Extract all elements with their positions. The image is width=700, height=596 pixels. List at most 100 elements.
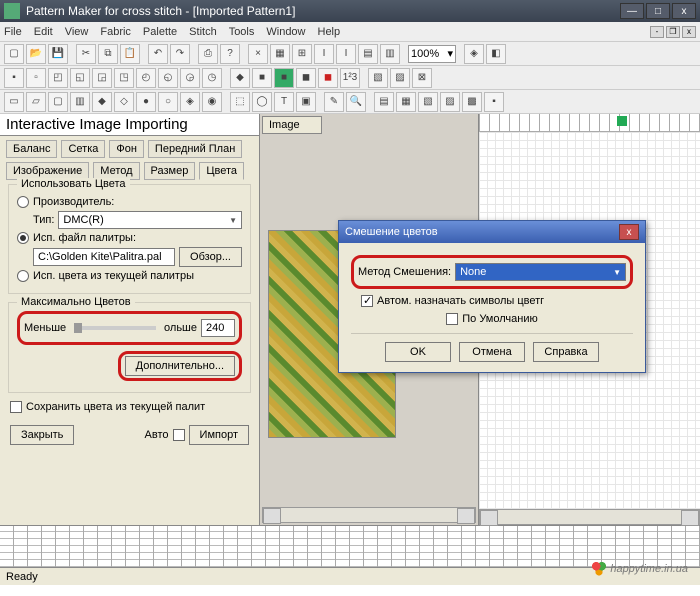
t2-12-icon[interactable]: ■ xyxy=(252,68,272,88)
t2-14-icon[interactable]: ◼ xyxy=(296,68,316,88)
open-icon[interactable]: 📂 xyxy=(26,44,46,64)
t3-1-icon[interactable]: ▭ xyxy=(4,92,24,112)
stitch2-icon[interactable]: ▦ xyxy=(270,44,290,64)
t2-11-icon[interactable]: ◆ xyxy=(230,68,250,88)
t3-g6-icon[interactable]: ▪ xyxy=(484,92,504,112)
t3-6-icon[interactable]: ◇ xyxy=(114,92,134,112)
t3-g2-icon[interactable]: ▦ xyxy=(396,92,416,112)
cancel-button[interactable]: Отмена xyxy=(459,342,525,362)
cut-icon[interactable]: ✂ xyxy=(76,44,96,64)
tab-balance[interactable]: Баланс xyxy=(6,140,57,158)
t3-8-icon[interactable]: ○ xyxy=(158,92,178,112)
import-button[interactable]: Импорт xyxy=(189,425,249,445)
dialog-close-button[interactable]: x xyxy=(619,224,639,240)
t3-g3-icon[interactable]: ▧ xyxy=(418,92,438,112)
new-icon[interactable]: ▢ xyxy=(4,44,24,64)
auto-check[interactable] xyxy=(173,429,185,441)
t3-g5-icon[interactable]: ▩ xyxy=(462,92,482,112)
t3-3-icon[interactable]: ▢ xyxy=(48,92,68,112)
undo-icon[interactable]: ↶ xyxy=(148,44,168,64)
colors-slider[interactable] xyxy=(74,326,156,330)
method-combo[interactable]: None▼ xyxy=(455,263,626,281)
t2-2-icon[interactable]: ▫ xyxy=(26,68,46,88)
close-panel-button[interactable]: Закрыть xyxy=(10,425,74,445)
redo-icon[interactable]: ↷ xyxy=(170,44,190,64)
default-check[interactable] xyxy=(446,313,458,325)
dialog-titlebar[interactable]: Смешение цветов x xyxy=(339,221,645,243)
stitch1-icon[interactable]: × xyxy=(248,44,268,64)
t3-circle-icon[interactable]: ◯ xyxy=(252,92,272,112)
t3-g4-icon[interactable]: ▨ xyxy=(440,92,460,112)
colors-value-input[interactable]: 240 xyxy=(201,319,235,337)
t2-19-icon[interactable]: ⊠ xyxy=(412,68,432,88)
menu-view[interactable]: View xyxy=(65,26,89,38)
t2-16-icon[interactable]: 1²3 xyxy=(340,68,360,88)
t2-9-icon[interactable]: ◶ xyxy=(180,68,200,88)
palette-path-input[interactable]: C:\Golden Kite\Palitra.pal xyxy=(33,248,175,266)
advanced-button[interactable]: Дополнительно... xyxy=(125,356,235,376)
t2-8-icon[interactable]: ◵ xyxy=(158,68,178,88)
menu-fabric[interactable]: Fabric xyxy=(100,26,131,38)
tab-foreground[interactable]: Передний План xyxy=(148,140,242,158)
menu-window[interactable]: Window xyxy=(266,26,305,38)
t3-4-icon[interactable]: ▥ xyxy=(70,92,90,112)
menu-help[interactable]: Help xyxy=(318,26,341,38)
mdi-minimize-button[interactable]: - xyxy=(650,26,664,38)
t3-2-icon[interactable]: ▱ xyxy=(26,92,46,112)
tab-grid[interactable]: Сетка xyxy=(61,140,105,158)
t2-7-icon[interactable]: ◴ xyxy=(136,68,156,88)
auto-assign-check[interactable]: ✓ xyxy=(361,295,373,307)
ok-button[interactable]: OK xyxy=(385,342,451,362)
stitch6-icon[interactable]: ▤ xyxy=(358,44,378,64)
t3-wand-icon[interactable]: ✎ xyxy=(324,92,344,112)
radio-manufacturer[interactable] xyxy=(17,196,29,208)
menu-file[interactable]: File xyxy=(4,26,22,38)
t2-13-icon[interactable]: ■ xyxy=(274,68,294,88)
help-icon[interactable]: ? xyxy=(220,44,240,64)
type-combo[interactable]: DMC(R)▼ xyxy=(58,211,242,229)
print-icon[interactable]: ⎙ xyxy=(198,44,218,64)
tab-colors[interactable]: Цвета xyxy=(199,162,244,180)
browse-button[interactable]: Обзор... xyxy=(179,247,242,267)
t2-6-icon[interactable]: ◳ xyxy=(114,68,134,88)
t3-10-icon[interactable]: ◉ xyxy=(202,92,222,112)
radio-palette-file[interactable] xyxy=(17,232,29,244)
copy-icon[interactable]: ⧉ xyxy=(98,44,118,64)
menu-palette[interactable]: Palette xyxy=(143,26,177,38)
palette-strip[interactable] xyxy=(0,525,700,567)
help-button[interactable]: Справка xyxy=(533,342,599,362)
menu-stitch[interactable]: Stitch xyxy=(189,26,217,38)
stitch3-icon[interactable]: ⊞ xyxy=(292,44,312,64)
t2-18-icon[interactable]: ▨ xyxy=(390,68,410,88)
paste-icon[interactable]: 📋 xyxy=(120,44,140,64)
t2-17-icon[interactable]: ▧ xyxy=(368,68,388,88)
t2-15-icon[interactable]: ◼ xyxy=(318,68,338,88)
stitch4-icon[interactable]: I xyxy=(314,44,334,64)
mdi-restore-button[interactable]: ❐ xyxy=(666,26,680,38)
save-colors-check[interactable] xyxy=(10,401,22,413)
t2-10-icon[interactable]: ◷ xyxy=(202,68,222,88)
right-hscroll[interactable] xyxy=(479,509,700,525)
mdi-close-button[interactable]: x xyxy=(682,26,696,38)
stitch5-icon[interactable]: I xyxy=(336,44,356,64)
center-hscroll[interactable] xyxy=(262,507,476,523)
tab-size[interactable]: Размер xyxy=(144,162,196,180)
stitch7-icon[interactable]: ▥ xyxy=(380,44,400,64)
t3-zoom-icon[interactable]: 🔍 xyxy=(346,92,366,112)
t3-text-icon[interactable]: T xyxy=(274,92,294,112)
tool-a-icon[interactable]: ◈ xyxy=(464,44,484,64)
radio-current-palette[interactable] xyxy=(17,270,29,282)
t2-5-icon[interactable]: ◲ xyxy=(92,68,112,88)
t3-7-icon[interactable]: ● xyxy=(136,92,156,112)
t3-fill-icon[interactable]: ▣ xyxy=(296,92,316,112)
save-icon[interactable]: 💾 xyxy=(48,44,68,64)
menu-edit[interactable]: Edit xyxy=(34,26,53,38)
zoom-combo[interactable]: 100%▾ xyxy=(408,45,456,63)
t3-sel-icon[interactable]: ⬚ xyxy=(230,92,250,112)
t3-g1-icon[interactable]: ▤ xyxy=(374,92,394,112)
tool-b-icon[interactable]: ◧ xyxy=(486,44,506,64)
maximize-button[interactable]: □ xyxy=(646,3,670,19)
t2-4-icon[interactable]: ◱ xyxy=(70,68,90,88)
t2-1-icon[interactable]: ▪ xyxy=(4,68,24,88)
menu-tools[interactable]: Tools xyxy=(229,26,255,38)
